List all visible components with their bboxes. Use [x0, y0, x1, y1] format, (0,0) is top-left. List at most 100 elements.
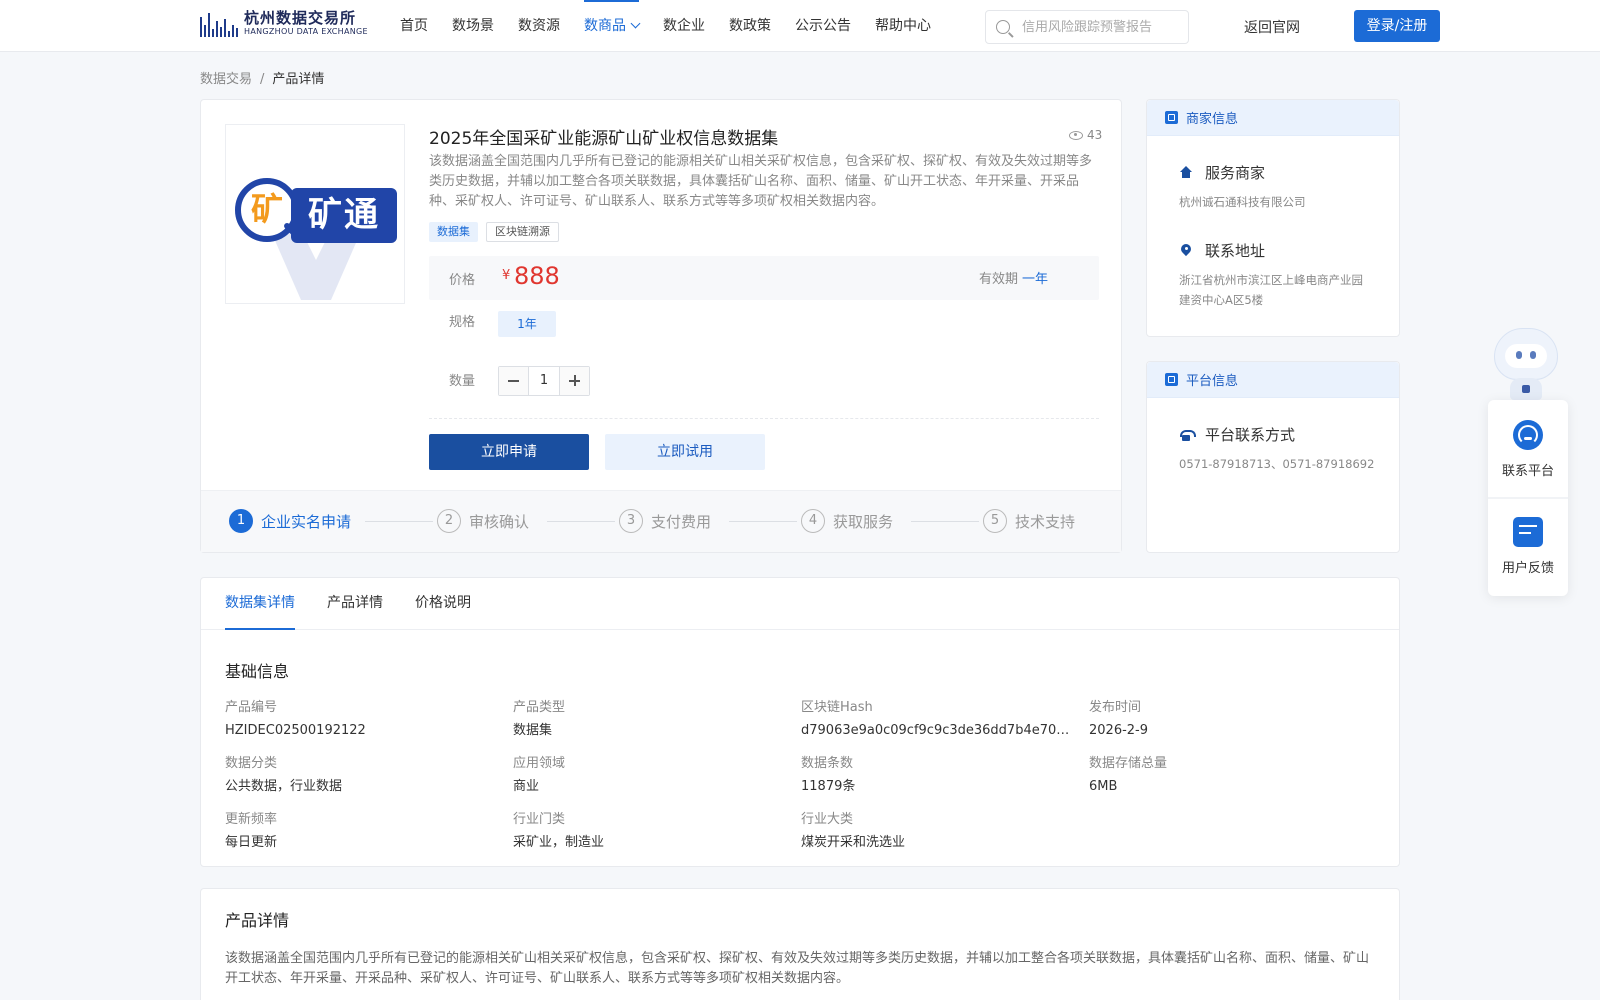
breadcrumb-root[interactable]: 数据交易 — [200, 72, 252, 87]
headset-icon — [1513, 420, 1543, 450]
field-value: 公共数据，行业数据 — [225, 779, 343, 794]
step-5: 5 技术支持 — [983, 509, 1075, 533]
tab-product-details[interactable]: 产品详情 — [327, 578, 383, 630]
quantity-value[interactable]: 1 — [529, 367, 559, 395]
breadcrumb: 数据交易 / 产品详情 — [200, 68, 324, 87]
nav-item-products[interactable]: 数商品 — [584, 0, 641, 52]
spec-label: 规格 — [449, 315, 476, 330]
feedback-icon — [1513, 517, 1543, 547]
validity: 有效期 一年 — [979, 268, 1048, 287]
field-product-id: 产品编号 HZIDEC02500192122 — [225, 699, 495, 740]
apply-button[interactable]: 立即申请 — [429, 434, 589, 470]
field-label: 产品类型 — [513, 700, 566, 715]
location-pin-icon — [1179, 244, 1193, 258]
product-detail-section: 产品详情 该数据涵盖全国范围内几乎所有已登记的能源相关矿山相关采矿权信息，包含采… — [200, 888, 1400, 1000]
price-value: 888 — [514, 262, 560, 290]
step-2-number: 2 — [437, 509, 461, 533]
login-register-button[interactable]: 登录/注册 — [1354, 10, 1440, 42]
step-3-number: 3 — [619, 509, 643, 533]
address-value: 浙江省杭州市滨江区上峰电商产业园建资中心A区5楼 — [1179, 273, 1363, 307]
step-1-label: 企业实名申请 — [261, 512, 352, 531]
tag-dataset: 数据集 — [429, 222, 478, 242]
field-storage-size: 数据存储总量 6MB — [1089, 755, 1359, 796]
logo-subtitle: HANGZHOU DATA EXCHANGE — [244, 27, 368, 36]
platform-contact-value: 0571-87918713、0571-87918692 — [1179, 457, 1375, 471]
field-value: 数据集 — [513, 723, 553, 738]
field-value: 煤炭开采和洗选业 — [801, 835, 906, 850]
phone-icon — [1179, 428, 1196, 442]
user-feedback-label: 用户反馈 — [1501, 561, 1554, 576]
user-feedback-button[interactable]: 用户反馈 — [1488, 499, 1568, 596]
step-5-number: 5 — [983, 509, 1007, 533]
field-label: 数据分类 — [225, 756, 278, 771]
assistant-robot-icon[interactable] — [1488, 326, 1564, 402]
robot-face — [1505, 344, 1547, 368]
product-title: 2025年全国采矿业能源矿山矿业权信息数据集 — [429, 129, 779, 149]
tab-price-info[interactable]: 价格说明 — [415, 578, 471, 630]
step-connector — [365, 521, 433, 522]
product-logo-char: 矿 — [250, 190, 283, 228]
price-label: 价格 — [449, 273, 476, 288]
field-industry-section: 行业门类 采矿业，制造业 — [513, 811, 783, 852]
merchant-info-card: 商家信息 服务商家 杭州诚石通科技有限公司 联系地址 浙江省杭州市滨江区上峰电商… — [1146, 99, 1400, 337]
basic-info-title: 基础信息 — [225, 662, 290, 681]
product-logo-brand: 矿通 — [291, 188, 397, 243]
quantity-stepper: 1 — [498, 366, 590, 396]
robot-chip — [1522, 385, 1530, 393]
field-value: 2026-2-9 — [1089, 723, 1149, 738]
product-tags: 数据集 区块链溯源 — [429, 222, 559, 242]
divider — [429, 418, 1099, 419]
field-label: 更新频率 — [225, 812, 278, 827]
back-to-site-link[interactable]: 返回官网 — [1244, 17, 1300, 37]
field-record-count: 数据条数 11879条 — [801, 755, 1071, 796]
field-label: 行业门类 — [513, 812, 566, 827]
service-merchant-row: 服务商家 — [1179, 162, 1265, 183]
field-value: 6MB — [1089, 779, 1118, 794]
nav-item-announcements[interactable]: 公示公告 — [795, 0, 851, 52]
site-logo[interactable]: 杭州数据交易所 HANGZHOU DATA EXCHANGE — [200, 10, 368, 37]
merchant-info-header: 商家信息 — [1147, 100, 1399, 136]
tab-dataset-details[interactable]: 数据集详情 — [225, 578, 295, 630]
platform-info-title: 平台信息 — [1186, 374, 1239, 389]
contact-platform-label: 联系平台 — [1501, 464, 1554, 479]
field-value: 每日更新 — [225, 835, 278, 850]
minus-icon[interactable] — [499, 367, 529, 395]
nav-item-scenes[interactable]: 数场景 — [452, 0, 494, 52]
platform-contact-title: 平台联系方式 — [1205, 426, 1296, 444]
nav-item-enterprises[interactable]: 数企业 — [663, 0, 705, 52]
field-label: 数据存储总量 — [1089, 756, 1168, 771]
address-title: 联系地址 — [1205, 242, 1266, 260]
contact-platform-button[interactable]: 联系平台 — [1488, 400, 1568, 497]
product-summary-card: 矿 矿通 2025年全国采矿业能源矿山矿业权信息数据集 43 该数据涵盖全国范围… — [200, 99, 1122, 553]
search-icon[interactable] — [996, 20, 1010, 34]
platform-info-header: 平台信息 — [1147, 362, 1399, 398]
nav-item-products-label: 数商品 — [584, 18, 626, 34]
step-connector — [547, 521, 615, 522]
platform-info-card: 平台信息 平台联系方式 0571-87918713、0571-87918692 — [1146, 361, 1400, 553]
field-publish-date: 发布时间 2026-2-9 — [1089, 699, 1359, 740]
merchant-info-title: 商家信息 — [1186, 112, 1239, 127]
eye-icon — [1069, 130, 1083, 140]
spec-option[interactable]: 1年 — [498, 311, 556, 337]
search-input[interactable] — [1022, 17, 1182, 37]
logo-bars-icon — [200, 11, 238, 37]
nav-item-resources[interactable]: 数资源 — [518, 0, 560, 52]
breadcrumb-separator: / — [260, 72, 265, 87]
store-icon — [1165, 111, 1178, 124]
plus-icon[interactable] — [559, 367, 589, 395]
field-data-category: 数据分类 公共数据，行业数据 — [225, 755, 495, 796]
field-update-frequency: 更新频率 每日更新 — [225, 811, 495, 852]
address-row: 联系地址 — [1179, 240, 1265, 261]
trial-button[interactable]: 立即试用 — [605, 434, 765, 470]
nav-item-home[interactable]: 首页 — [400, 0, 428, 52]
field-label: 应用领域 — [513, 756, 566, 771]
nav-item-help[interactable]: 帮助中心 — [875, 0, 931, 52]
field-label: 行业大类 — [801, 812, 854, 827]
step-5-label: 技术支持 — [1015, 512, 1076, 531]
quantity-label: 数量 — [449, 374, 476, 389]
step-connector — [729, 521, 797, 522]
detail-tabs: 数据集详情 产品详情 价格说明 — [201, 578, 1399, 630]
field-label: 区块链Hash — [801, 700, 873, 715]
nav-item-policies[interactable]: 数政策 — [729, 0, 771, 52]
validity-label: 有效期 — [979, 272, 1019, 287]
